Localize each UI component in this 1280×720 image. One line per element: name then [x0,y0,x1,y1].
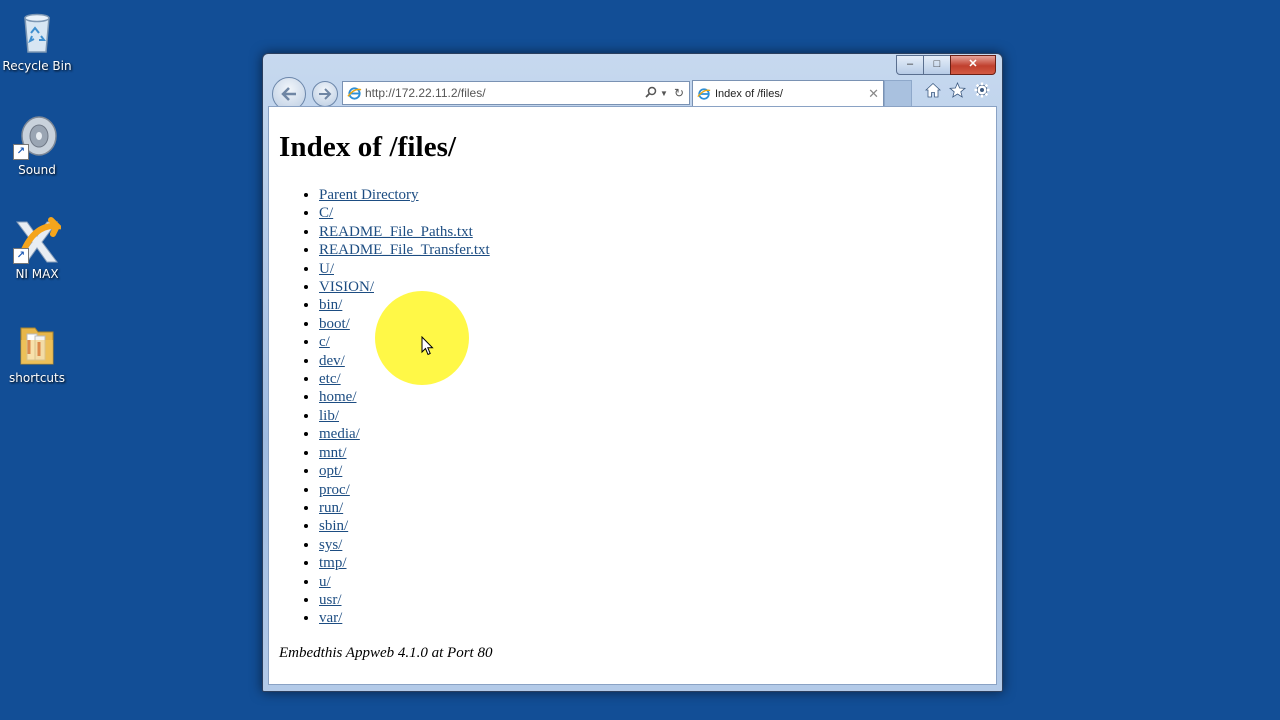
file-link[interactable]: sys/ [319,537,342,553]
file-link[interactable]: README_File_Paths.txt [319,224,473,240]
tab-close-icon[interactable]: ✕ [868,86,879,102]
search-icon[interactable] [643,86,659,101]
file-link[interactable]: tmp/ [319,555,347,571]
forward-arrow-icon [319,88,332,100]
file-link[interactable]: opt/ [319,463,342,479]
address-bar[interactable]: ▼ ↻ [342,81,690,105]
browser-window: – □ ✕ ▼ ↻ Index of /files/ ✕ [262,53,1003,692]
file-link[interactable]: etc/ [319,371,341,387]
tab-ie-icon [693,87,715,101]
ni-max-icon: ↗ [13,216,65,264]
file-link[interactable]: run/ [319,500,343,516]
mouse-cursor-icon [421,335,434,361]
desktop-icon-recycle-bin[interactable]: Recycle Bin [0,0,74,73]
desktop-icon-shortcuts[interactable]: shortcuts [0,312,74,385]
file-link[interactable]: sbin/ [319,518,348,534]
file-link[interactable]: boot/ [319,316,350,332]
speaker-icon: ↗ [13,112,61,160]
settings-gear-icon[interactable] [974,82,990,103]
back-arrow-icon [281,87,296,101]
file-link[interactable]: VISION/ [319,279,374,295]
desktop-icon-label: Sound [18,163,56,177]
desktop-icon-sound[interactable]: ↗ Sound [0,104,74,177]
list-item: README_File_Transfer.txt [319,241,996,259]
tab-index-files[interactable]: Index of /files/ ✕ [692,80,884,107]
browser-toolbar [924,81,990,103]
window-caption-buttons: – □ ✕ [896,55,996,75]
desktop-icon-ni-max[interactable]: ↗ NI MAX [0,208,74,281]
list-item: var/ [319,609,996,627]
close-button[interactable]: ✕ [950,55,996,75]
list-item: media/ [319,425,996,443]
list-item: opt/ [319,462,996,480]
list-item: proc/ [319,481,996,499]
forward-button[interactable] [312,81,338,107]
list-item: C/ [319,204,996,222]
list-item: sys/ [319,536,996,554]
file-link[interactable]: home/ [319,389,357,405]
recycle-bin-icon [13,8,61,56]
file-link[interactable]: proc/ [319,482,350,498]
file-link[interactable]: lib/ [319,408,339,424]
list-item: tmp/ [319,554,996,572]
desktop-icon-label: Recycle Bin [2,59,72,73]
file-link[interactable]: C/ [319,205,333,221]
new-tab-button[interactable] [884,80,912,108]
file-link[interactable]: u/ [319,574,331,590]
list-item: lib/ [319,407,996,425]
page-content: Index of /files/ Parent Directory C/ REA… [268,106,997,685]
shortcut-arrow-icon: ↗ [13,144,29,160]
maximize-button[interactable]: □ [923,55,951,75]
file-list: Parent Directory C/ README_File_Paths.tx… [269,186,996,628]
ie-page-icon [343,86,365,101]
file-link[interactable]: bin/ [319,297,342,313]
file-link[interactable]: dev/ [319,353,345,369]
home-icon[interactable] [924,82,942,103]
list-item: usr/ [319,591,996,609]
file-link[interactable]: c/ [319,334,330,350]
dropdown-arrow-icon[interactable]: ▼ [659,89,669,98]
favorites-star-icon[interactable] [948,81,967,103]
file-link[interactable]: usr/ [319,592,342,608]
refresh-icon[interactable]: ↻ [669,86,689,100]
list-item: run/ [319,499,996,517]
desktop-icon-label: shortcuts [9,371,65,385]
list-item: Parent Directory [319,186,996,204]
file-link[interactable]: Parent Directory [319,187,419,203]
file-link[interactable]: media/ [319,426,360,442]
file-link[interactable]: mnt/ [319,445,347,461]
shortcut-arrow-icon: ↗ [13,248,29,264]
list-item: U/ [319,260,996,278]
list-item: sbin/ [319,517,996,535]
file-link[interactable]: README_File_Transfer.txt [319,242,490,258]
list-item: home/ [319,388,996,406]
tab-title: Index of /files/ [715,88,783,100]
list-item: mnt/ [319,444,996,462]
server-footer: Embedthis Appweb 4.1.0 at Port 80 [279,645,493,661]
page-heading: Index of /files/ [279,131,457,163]
minimize-button[interactable]: – [896,55,924,75]
file-link[interactable]: var/ [319,610,342,626]
url-input[interactable] [365,86,643,100]
folder-icon [13,320,61,368]
list-item: u/ [319,573,996,591]
list-item: README_File_Paths.txt [319,223,996,241]
file-link[interactable]: U/ [319,261,334,277]
desktop-icon-label: NI MAX [15,267,59,281]
